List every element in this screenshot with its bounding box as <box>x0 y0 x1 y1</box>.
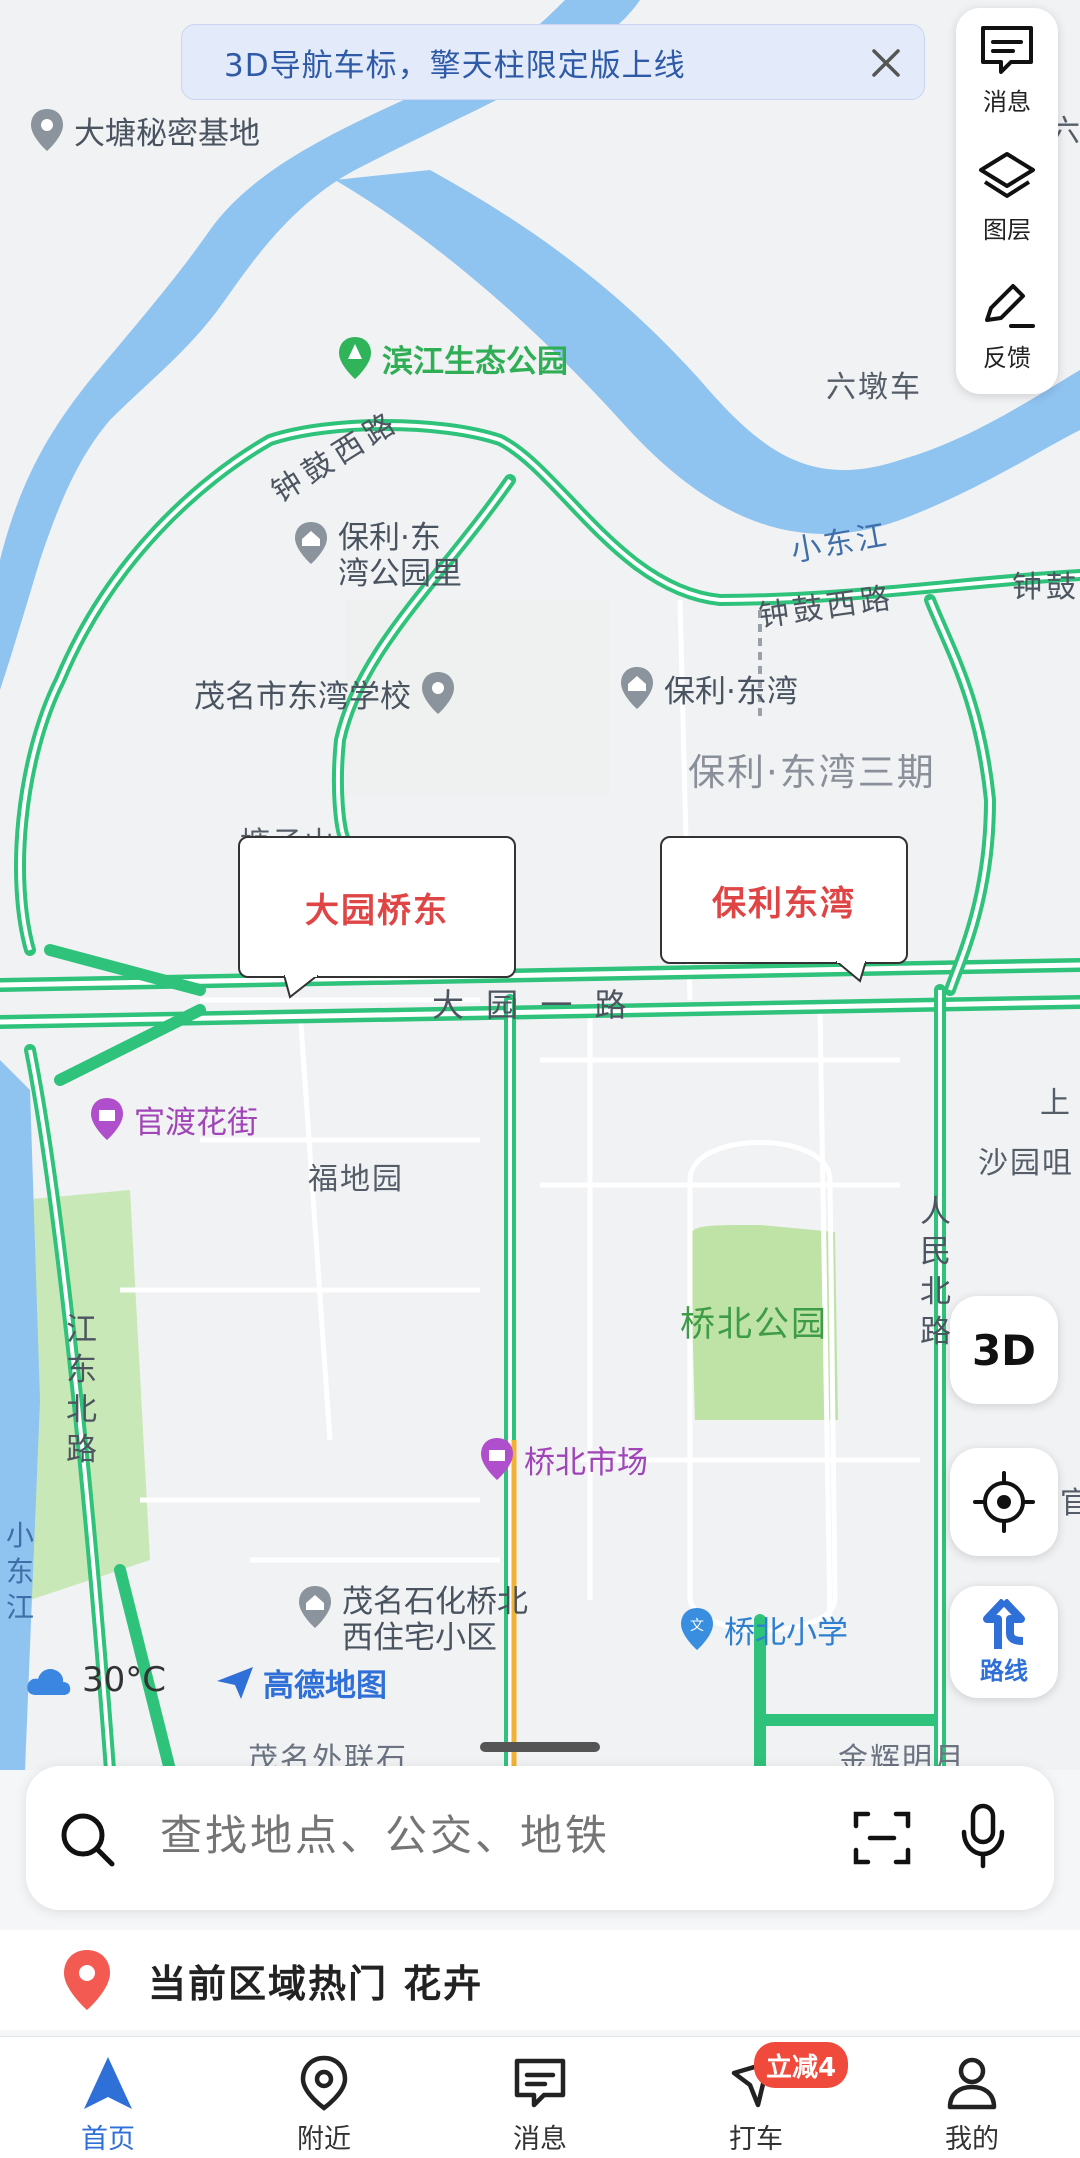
tab-label: 消息 <box>513 2124 567 2155</box>
school-pin-icon: 文 <box>681 1608 713 1650</box>
user-icon <box>947 2057 997 2110</box>
layers-icon <box>979 152 1035 198</box>
road-jiangdong-north: 江东北路 <box>66 1312 97 1468</box>
place-shayuan: 沙园咀 <box>978 1146 1074 1181</box>
edit-pencil-icon <box>985 284 1035 328</box>
message-icon <box>514 2058 566 2108</box>
area-poly-phase3: 保利·东湾三期 <box>688 751 936 794</box>
bottom-tab-bar: 首页 附近 消息 打车 我的 <box>0 2036 1080 2158</box>
location-pin-icon <box>64 1950 110 2010</box>
tab-home[interactable]: 首页 <box>38 2037 178 2158</box>
poi-poly-park[interactable]: 保利·东 湾公园里 <box>292 520 462 592</box>
poi-datang[interactable]: 大塘秘密基地 <box>28 107 260 153</box>
layers-label: 图层 <box>983 216 1031 244</box>
poi-label: 官渡花街 <box>134 1104 258 1141</box>
poi-label: 保利·东 湾公园里 <box>338 520 462 592</box>
tab-label: 我的 <box>945 2124 999 2155</box>
location-pin-icon <box>422 672 454 714</box>
tab-label: 打车 <box>729 2124 783 2155</box>
feedback-label: 反馈 <box>983 344 1031 372</box>
crosshair-icon <box>973 1471 1035 1533</box>
hot-topic-text: 当前区域热门 花卉 <box>148 1961 484 2006</box>
location-pin-icon <box>300 2055 348 2111</box>
svg-text:文: 文 <box>690 1618 704 1634</box>
search-icon <box>61 1813 115 1867</box>
map-tools-panel: 消息 图层 反馈 <box>956 8 1058 394</box>
poi-label: 桥北小学 <box>724 1614 848 1651</box>
badge-text: 立减4 <box>766 2052 837 2083</box>
residential-pin-icon <box>299 1586 331 1628</box>
route-label: 路线 <box>980 1656 1028 1685</box>
park-qiaobei[interactable]: 桥北公园 <box>680 1296 828 1347</box>
callout-label: 保利东湾 <box>712 883 856 924</box>
close-icon[interactable] <box>862 39 910 87</box>
poi-label: 桥北市场 <box>524 1444 648 1481</box>
microphone-icon[interactable] <box>958 1802 1008 1872</box>
road-zhonggu: 钟鼓 <box>1012 570 1080 605</box>
scan-icon[interactable] <box>852 1808 912 1868</box>
home-arrow-icon <box>84 2057 132 2109</box>
place-shang: 上 <box>1040 1086 1072 1121</box>
temperature: 30°C <box>82 1660 167 1700</box>
search-bar[interactable] <box>26 1766 1054 1910</box>
water-xiaodongjiang-vertical: 小东江 <box>6 1519 38 1624</box>
messages-label: 消息 <box>983 88 1031 116</box>
residential-pin-icon <box>295 522 327 564</box>
callout-poly-dongwan[interactable]: 保利东湾 <box>660 836 908 964</box>
promo-banner[interactable]: 3D导航车标，擎天柱限定版上线 <box>181 24 925 100</box>
tab-label: 附近 <box>297 2124 351 2155</box>
location-pin-icon <box>31 109 63 151</box>
taxi-discount-badge: 立减4 <box>754 2042 849 2088</box>
park-pin-icon <box>339 337 371 379</box>
3d-label: 3D <box>971 1325 1037 1375</box>
locate-me-button[interactable] <box>950 1448 1058 1556</box>
poi-label: 茂名市东湾学校 <box>194 678 411 715</box>
poi-school[interactable]: 茂名市东湾学校 <box>194 670 457 716</box>
cloud-icon <box>27 1669 71 1695</box>
place-fudiyuan: 福地园 <box>308 1162 404 1197</box>
road-dayuan-1: 大 园 一 路 <box>432 986 633 1024</box>
poi-label: 保利·东湾 <box>664 673 798 710</box>
tab-messages[interactable]: 消息 <box>470 2037 610 2158</box>
poi-guandu[interactable]: 官渡花街 <box>88 1096 258 1142</box>
callout-dayuan-qiaodong[interactable]: 大园桥东 <box>238 836 516 978</box>
callout-pointer <box>836 961 866 983</box>
sheet-drag-handle[interactable] <box>480 1742 600 1752</box>
shopping-pin-icon <box>91 1098 123 1140</box>
navigation-arrow-icon <box>217 1666 253 1699</box>
tab-nearby[interactable]: 附近 <box>254 2037 394 2158</box>
callout-label: 大园桥东 <box>305 890 449 931</box>
poi-binjiang-park[interactable]: 滨江生态公园 <box>336 335 568 381</box>
poi-label: 大塘秘密基地 <box>74 115 260 152</box>
layers-button[interactable]: 图层 <box>956 136 1058 256</box>
poi-poly-dongwan[interactable]: 保利·东湾 <box>618 665 798 711</box>
shopping-pin-icon <box>481 1438 513 1480</box>
map-canvas[interactable] <box>0 0 1080 1770</box>
route-arrow-icon <box>983 1598 1025 1649</box>
route-button[interactable]: 路线 <box>950 1586 1058 1698</box>
tab-label: 首页 <box>81 2124 135 2155</box>
hot-topic-row[interactable]: 当前区域热门 花卉 <box>0 1930 1080 2030</box>
3d-toggle-button[interactable]: 3D <box>950 1296 1058 1404</box>
brand-logo: 高德地图 <box>215 1660 387 1705</box>
poi-label: 茂名石化桥北 西住宅小区 <box>342 1584 528 1656</box>
banner-text: 3D导航车标，擎天柱限定版上线 <box>224 47 686 84</box>
messages-button[interactable]: 消息 <box>956 8 1058 128</box>
road-renmin-north: 人民北路 <box>920 1194 951 1350</box>
poi-label: 滨江生态公园 <box>382 343 568 380</box>
feedback-button[interactable]: 反馈 <box>956 264 1058 384</box>
weather-widget[interactable]: 30°C <box>24 1660 166 1700</box>
search-input[interactable] <box>158 1810 722 1861</box>
callout-pointer <box>284 975 318 999</box>
poi-sinopec-residence[interactable]: 茂名石化桥北 西住宅小区 <box>296 1584 528 1656</box>
message-icon <box>981 26 1033 74</box>
residential-pin-icon <box>621 667 653 709</box>
tab-mine[interactable]: 我的 <box>902 2037 1042 2158</box>
place-gong: 官 <box>1060 1486 1080 1521</box>
poi-qiaobei-market[interactable]: 桥北市场 <box>478 1436 648 1482</box>
brand-name: 高德地图 <box>263 1668 387 1704</box>
poi-qiaobei-school[interactable]: 文 桥北小学 <box>678 1606 848 1652</box>
place-liudunche: 六墩车 <box>826 370 922 405</box>
